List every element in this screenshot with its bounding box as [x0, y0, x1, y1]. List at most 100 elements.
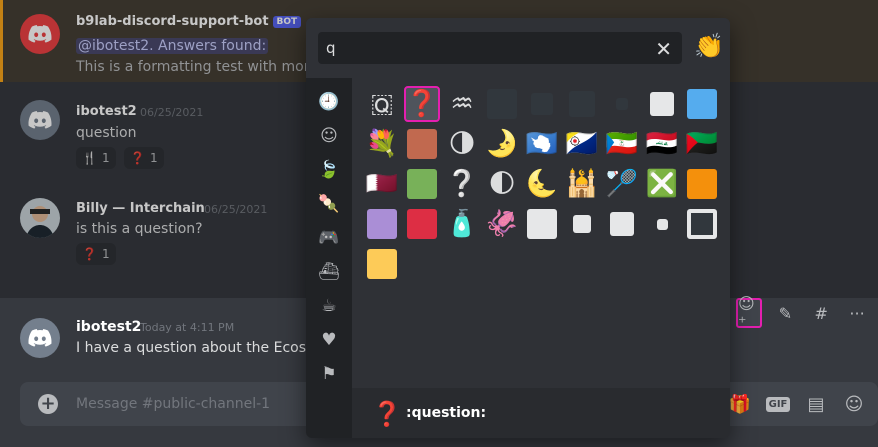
add-reaction-icon: ☺⁺ [738, 294, 755, 332]
objects-icon[interactable]: ☕ [319, 296, 339, 316]
food-icon[interactable]: 🍡 [318, 194, 339, 214]
flag-icon: 🇮🇶 [645, 129, 679, 159]
emoji-lotion-bottle[interactable]: 🧴 [444, 206, 480, 242]
moon-face-icon: 🌜 [525, 169, 559, 199]
regional-q-icon: 🇶 [370, 88, 394, 119]
emoji-last-quarter-moon[interactable]: 🌗 [444, 126, 480, 162]
emoji-black-medium-square[interactable] [524, 86, 560, 122]
emoji-flag-iq[interactable]: 🇮🇶 [644, 126, 680, 162]
mosque-icon: 🕌 [565, 169, 599, 199]
emoji-brown-square[interactable] [404, 126, 440, 162]
avatar[interactable] [20, 318, 60, 358]
emoji-question[interactable]: ❓ [404, 86, 440, 122]
emoji-bouquet[interactable]: 💐 [364, 126, 400, 162]
emoji-flag-bq[interactable]: 🇧🇶 [564, 126, 600, 162]
emoji-last-quarter-moon-face[interactable]: 🌜 [524, 166, 560, 202]
clap-icon: 👏 [694, 32, 724, 60]
upload-button[interactable]: + [38, 394, 58, 414]
squid-icon: 🦑 [485, 209, 519, 239]
lotion-icon: 🧴 [445, 209, 479, 239]
emoji-q-tile[interactable]: 🇶 [364, 86, 400, 122]
plus-icon: + [40, 393, 56, 414]
emoji-first-quarter-moon[interactable]: 🌓 [484, 166, 520, 202]
gif-button[interactable]: GIF [765, 392, 791, 416]
more-button[interactable]: ··· [844, 298, 870, 328]
flags-icon[interactable]: ⚑ [319, 364, 339, 384]
message-placeholder: Message #public-channel-1 [76, 396, 271, 412]
emoji-flag-qa[interactable]: 🇶🇦 [364, 166, 400, 202]
question-icon: ❓ [372, 400, 402, 428]
emoji-picker: ✕ 👏 🕘 ☺ 🍃 🍡 🎮 ⛴ ☕ ♥ ⚑ 🇶 ❓ ♒ 💐 🌗 🌛 🇦🇶 🇧🇶 … [306, 18, 730, 438]
question-icon: ❓ [405, 89, 439, 119]
emoji-crescent-moon-face[interactable]: 🌛 [484, 126, 520, 162]
more-icon: ··· [849, 303, 865, 323]
add-reaction-button[interactable]: ☺⁺ [736, 294, 763, 332]
emoji-white-medium-square[interactable] [644, 86, 680, 122]
skin-tone-button[interactable]: 👏 [694, 32, 724, 62]
smile-icon: ☺ [844, 393, 864, 415]
emoji-green-square[interactable] [404, 166, 440, 202]
shuttlecock-icon: 🏸 [605, 169, 639, 199]
edit-button[interactable]: ✎ [772, 298, 798, 328]
emoji-flag-antarctica[interactable]: 🇦🇶 [524, 126, 560, 162]
emoji-squid[interactable]: 🦑 [484, 206, 520, 242]
category-bar: 🕘 ☺ 🍃 🍡 🎮 ⛴ ☕ ♥ ⚑ [306, 78, 352, 438]
emoji-mosque[interactable]: 🕌 [564, 166, 600, 202]
emoji-button[interactable]: ☺ [842, 392, 866, 416]
emoji-flag-mq[interactable]: 🇲🇶 [684, 126, 720, 162]
grey-question-icon: ❔ [445, 169, 479, 199]
sticker-button[interactable]: ▤ [804, 392, 828, 416]
sticker-icon: ▤ [807, 393, 825, 415]
message-text: I have a question about the Ecosyst [76, 340, 328, 356]
author-name[interactable]: ibotest2 [76, 319, 141, 335]
emoji-preview: ❓ :question: [352, 388, 730, 438]
timestamp: Today at 4:11 PM [140, 321, 235, 334]
bouquet-icon: 💐 [365, 129, 399, 159]
cross-icon: ❎ [645, 169, 679, 199]
flag-icon: 🇶🇦 [365, 169, 399, 199]
emoji-white-small-square[interactable] [644, 206, 680, 242]
gift-icon: 🎁 [728, 393, 752, 415]
emoji-grey-question[interactable]: ❔ [444, 166, 480, 202]
gif-icon: GIF [765, 396, 791, 412]
emoji-flag-gq[interactable]: 🇬🇶 [604, 126, 640, 162]
emoji-black-large-square[interactable] [484, 86, 520, 122]
emoji-yellow-square[interactable] [364, 246, 400, 282]
emoji-negative-cross[interactable]: ❎ [644, 166, 680, 202]
emoji-black-small-square[interactable] [604, 86, 640, 122]
emoji-blue-square[interactable] [684, 86, 720, 122]
recent-icon[interactable]: 🕘 [318, 92, 339, 112]
emoji-white-large-square[interactable] [524, 206, 560, 242]
input-actions: 🎁 GIF ▤ ☺ [728, 392, 866, 416]
gift-button[interactable]: 🎁 [728, 392, 752, 416]
emoji-search: ✕ [318, 32, 682, 64]
discord-logo-icon [28, 329, 52, 347]
flag-icon: 🇲🇶 [685, 129, 719, 159]
moon-icon: 🌓 [488, 169, 516, 199]
moon-face-icon: 🌛 [485, 129, 519, 159]
emoji-search-input[interactable] [318, 32, 648, 64]
flag-icon: 🇬🇶 [605, 129, 639, 159]
emoji-white-square-button[interactable] [684, 206, 720, 242]
message-toolbar: ☺⁺ ✎ # ··· [730, 294, 870, 332]
close-icon[interactable]: ✕ [655, 37, 672, 61]
symbols-icon[interactable]: ♥ [319, 330, 339, 350]
travel-icon[interactable]: ⛴ [318, 262, 340, 282]
emoji-black-medium-small-square[interactable] [564, 86, 600, 122]
people-icon[interactable]: ☺ [319, 126, 339, 146]
activities-icon[interactable]: 🎮 [318, 228, 339, 248]
nature-icon[interactable]: 🍃 [318, 160, 339, 180]
emoji-purple-square[interactable] [364, 206, 400, 242]
flag-icon: 🇦🇶 [525, 129, 559, 159]
emoji-aquarius[interactable]: ♒ [444, 86, 480, 122]
thread-icon: # [814, 303, 828, 323]
emoji-white-medium-small-square[interactable] [564, 206, 600, 242]
emoji-preview-name: :question: [406, 405, 487, 421]
pencil-icon: ✎ [778, 303, 793, 323]
flag-icon: 🇧🇶 [565, 129, 599, 159]
emoji-red-square[interactable] [404, 206, 440, 242]
emoji-shuttlecock[interactable]: 🏸 [604, 166, 640, 202]
emoji-white-medium-square[interactable] [604, 206, 640, 242]
thread-button[interactable]: # [808, 298, 834, 328]
emoji-orange-square[interactable] [684, 166, 720, 202]
